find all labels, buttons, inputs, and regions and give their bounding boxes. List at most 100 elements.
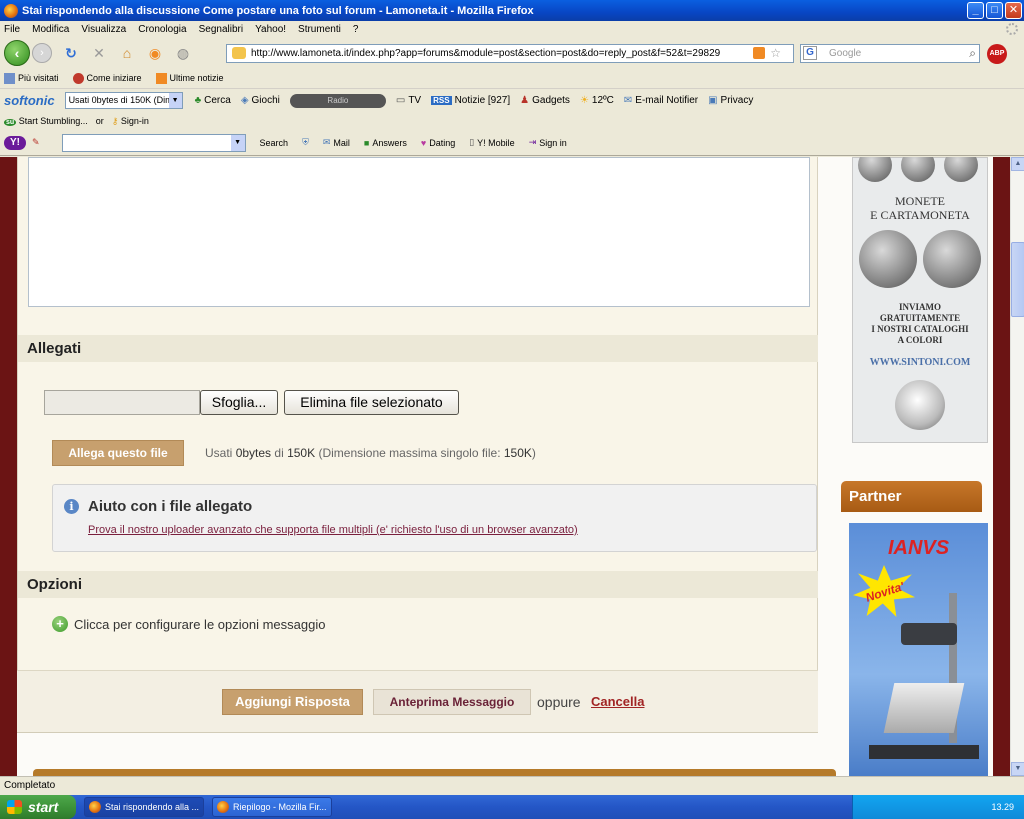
options-toggle[interactable]: + Clicca per configurare le opzioni mess… xyxy=(52,616,325,632)
microscope-stage xyxy=(883,683,965,733)
attach-file-button[interactable]: Allega questo file xyxy=(52,440,184,466)
softonic-gadgets[interactable]: ♟ Gadgets xyxy=(520,95,570,106)
bookmark-ultime-notizie[interactable]: Ultime notizie xyxy=(155,72,224,84)
menu-strumenti[interactable]: Strumenti xyxy=(298,24,341,35)
cancel-link[interactable]: Cancella xyxy=(591,694,644,709)
search-input[interactable]: G Google ⌕ xyxy=(800,44,980,63)
softonic-weather[interactable]: ☀ 12ºC xyxy=(580,95,614,106)
coin-ad-body-line: A COLORI xyxy=(897,335,943,345)
taskbar-item-riepilogo[interactable]: Riepilogo - Mozilla Fir... xyxy=(212,797,332,817)
bookmark-label: Più visitati xyxy=(18,73,59,83)
bookmark-star-icon[interactable]: ☆ xyxy=(770,45,781,62)
stumble-start[interactable]: su Start Stumbling... xyxy=(4,116,88,126)
coin-image xyxy=(859,230,917,288)
softonic-giochi[interactable]: ◈ Giochi xyxy=(241,95,280,106)
rss-icon[interactable]: ◉ xyxy=(146,44,164,62)
softonic-cerca[interactable]: ♣ Cerca xyxy=(195,95,231,106)
menu-file[interactable]: File xyxy=(4,24,20,35)
advanced-uploader-link[interactable]: Prova il nostro uploader avanzato che su… xyxy=(88,524,578,536)
stumble-signin[interactable]: ⚷ Sign-in xyxy=(112,116,149,127)
file-path-input[interactable] xyxy=(44,390,200,415)
coin-catalog-ad[interactable]: MONETE E CARTAMONETA INVIAMO GRATUITAMEN… xyxy=(852,157,988,443)
feed-icon[interactable] xyxy=(753,47,765,59)
yahoo-logo[interactable]: Y! xyxy=(4,135,26,150)
forward-button[interactable]: › xyxy=(32,43,52,63)
submit-reply-button[interactable]: Aggiungi Risposta xyxy=(222,689,363,715)
coin-image xyxy=(901,157,935,182)
stop-icon[interactable]: ✕ xyxy=(90,44,108,62)
scroll-up-icon[interactable]: ▲ xyxy=(1011,157,1024,171)
preview-button[interactable]: Anteprima Messaggio xyxy=(373,689,531,715)
page-scrollbar[interactable]: ▲ ▼ xyxy=(1010,157,1024,776)
softonic-item-label: 12ºC xyxy=(591,95,614,106)
menu-yahoo[interactable]: Yahoo! xyxy=(255,24,286,35)
softonic-item-label: E-mail Notifier xyxy=(635,95,699,106)
usage-note: (Dimensione massima singolo file: xyxy=(318,446,501,460)
google-engine-icon[interactable]: G xyxy=(803,46,817,60)
stumble-start-label: Start Stumbling... xyxy=(18,116,88,126)
message-textarea[interactable] xyxy=(28,157,810,307)
menu-segnalibri[interactable]: Segnalibri xyxy=(199,24,243,35)
home-icon[interactable]: ⌂ xyxy=(118,44,136,62)
key-icon: ⚷ xyxy=(111,115,119,126)
yahoo-signin[interactable]: ⇥ Sign in xyxy=(529,137,567,148)
coin-ad-body-line: GRATUITAMENTE xyxy=(879,313,961,323)
close-button[interactable]: ✕ xyxy=(1005,2,1022,19)
coin-image xyxy=(944,157,978,182)
clock[interactable]: 13.29 xyxy=(991,802,1014,812)
ianvs-ad[interactable]: IANVS Novita' xyxy=(849,523,988,776)
taskbar-item-reply[interactable]: Stai rispondendo alla ... xyxy=(84,797,204,817)
yahoo-search[interactable]: Search xyxy=(260,138,289,148)
signin-icon: ⇥ xyxy=(528,137,537,147)
maximize-button[interactable]: □ xyxy=(986,2,1003,19)
addon-icon[interactable]: ◍ xyxy=(174,44,192,62)
radio-player[interactable]: Radio xyxy=(289,93,386,108)
yahoo-shield[interactable]: ⛨ xyxy=(302,137,309,148)
menu-modifica[interactable]: Modifica xyxy=(32,24,69,35)
mobile-icon: ▯ xyxy=(469,137,475,147)
microscope-head xyxy=(901,623,957,645)
menu-bar: File Modifica Visualizza Cronologia Segn… xyxy=(0,21,1024,38)
softonic-select-value: Usati 0bytes di 150K (Dime xyxy=(68,95,178,105)
adblock-icon[interactable]: ABP xyxy=(987,44,1007,64)
yahoo-mobile[interactable]: ▯ Y! Mobile xyxy=(469,137,514,148)
softonic-notizie[interactable]: RSS Notizie [927] xyxy=(431,95,510,106)
microscope-base xyxy=(869,745,979,759)
chevron-down-icon[interactable]: ▼ xyxy=(230,134,245,151)
softonic-privacy[interactable]: ▣ Privacy xyxy=(708,95,753,106)
address-bar[interactable]: http://www.lamoneta.it/index.php?app=for… xyxy=(226,44,794,63)
scroll-thumb[interactable] xyxy=(1011,242,1024,317)
yahoo-answers[interactable]: ■ Answers xyxy=(364,138,407,148)
start-button[interactable]: start xyxy=(0,795,76,819)
window-titlebar: Stai rispondendo alla discussione Come p… xyxy=(0,0,1024,21)
yahoo-search-input[interactable]: ▼ xyxy=(61,133,246,152)
browse-button[interactable]: Sfoglia... xyxy=(200,390,278,415)
softonic-item-label: Gadgets xyxy=(532,95,570,106)
yahoo-dating[interactable]: ♥ Dating xyxy=(421,138,455,148)
menu-help[interactable]: ? xyxy=(353,24,359,35)
yahoo-mail[interactable]: ✉ Mail xyxy=(323,137,350,148)
search-icon[interactable]: ⌕ xyxy=(969,45,976,62)
remove-file-button[interactable]: Elimina file selezionato xyxy=(284,390,459,415)
softonic-email-notifier[interactable]: ✉ E-mail Notifier xyxy=(624,95,698,106)
softonic-logo[interactable]: softonic xyxy=(4,93,55,108)
bookmark-piu-visitati[interactable]: Più visitati xyxy=(4,72,59,84)
privacy-icon: ▣ xyxy=(708,95,718,106)
start-label: start xyxy=(28,799,59,815)
bookmark-come-iniziare[interactable]: Come iniziare xyxy=(72,72,142,84)
menu-visualizza[interactable]: Visualizza xyxy=(81,24,126,35)
pencil-icon[interactable]: ✎ xyxy=(32,137,40,148)
coin-ad-line1: MONETE xyxy=(895,194,945,208)
back-button[interactable]: ‹ xyxy=(4,40,30,66)
stumbleupon-toolbar: su Start Stumbling... or ⚷ Sign-in xyxy=(0,112,1024,130)
scroll-down-icon[interactable]: ▼ xyxy=(1011,762,1024,776)
attachments-header: Allegati xyxy=(18,335,818,362)
coin-image xyxy=(858,157,892,182)
softonic-tv[interactable]: ▭ TV xyxy=(396,95,421,106)
menu-cronologia[interactable]: Cronologia xyxy=(138,24,186,35)
minimize-button[interactable]: _ xyxy=(967,2,984,19)
softonic-search-select[interactable]: Usati 0bytes di 150K (Dime ▼ xyxy=(64,92,183,109)
reload-icon[interactable]: ↻ xyxy=(62,44,80,62)
or-label: oppure xyxy=(537,694,581,710)
chevron-down-icon[interactable]: ▼ xyxy=(168,93,182,108)
